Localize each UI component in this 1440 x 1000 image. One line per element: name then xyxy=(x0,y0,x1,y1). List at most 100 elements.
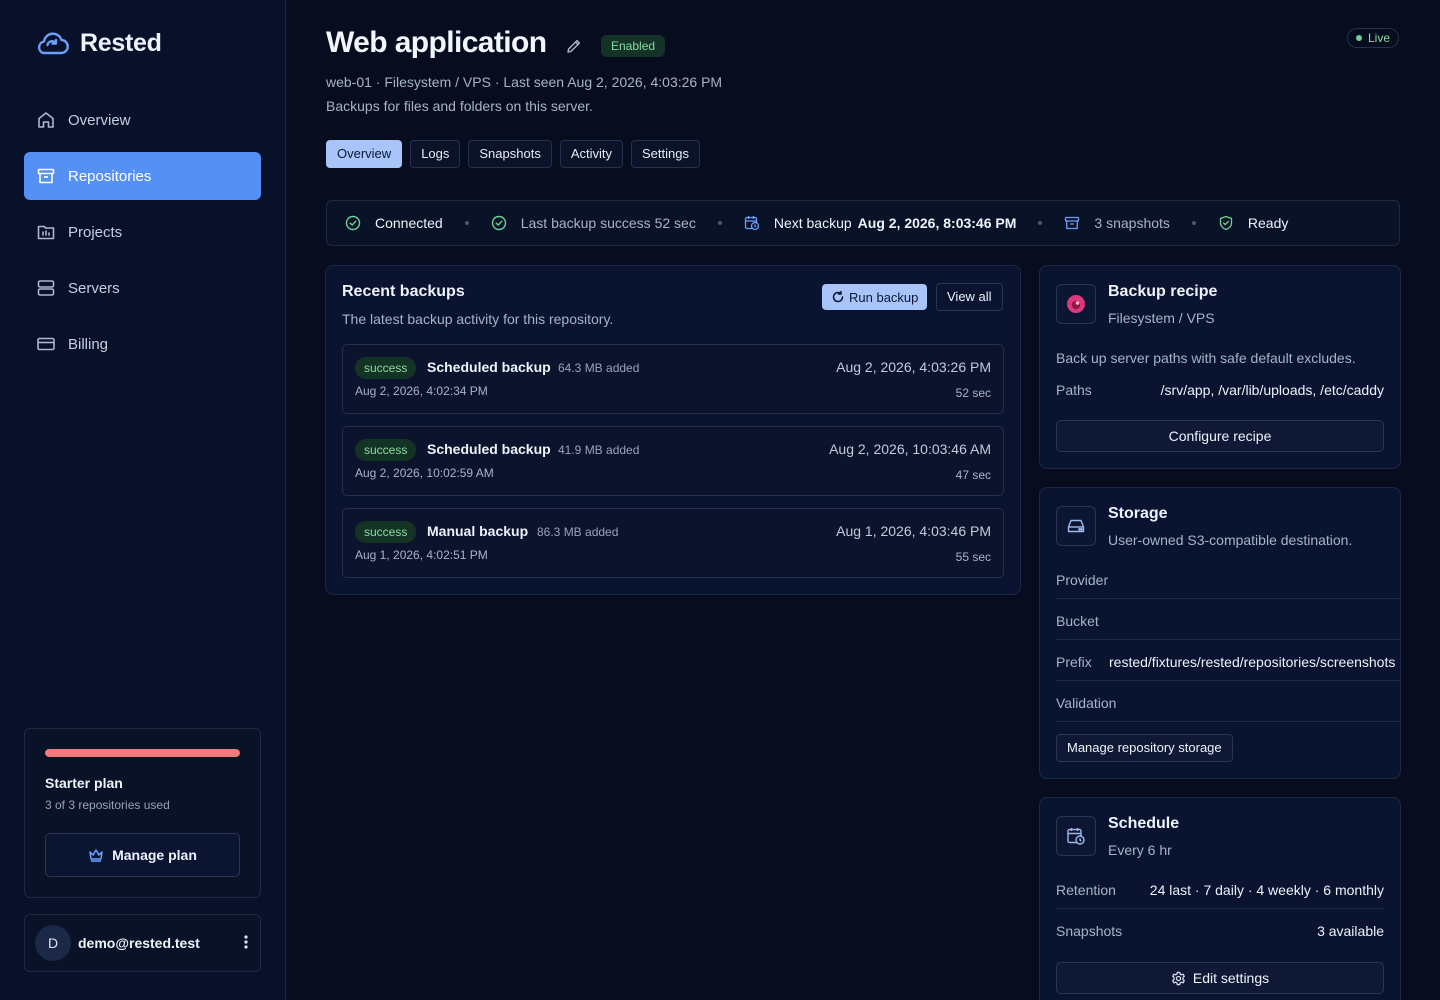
live-dot-icon xyxy=(1356,35,1362,41)
divider xyxy=(1056,680,1400,681)
tab-snapshots[interactable]: Snapshots xyxy=(468,140,552,168)
home-icon xyxy=(36,110,56,130)
filesystem-logo-icon xyxy=(1065,293,1087,315)
separator-dot xyxy=(1038,221,1043,225)
recipe-icon-box xyxy=(1056,284,1096,324)
backup-row[interactable]: success Scheduled backup 64.3 MB added A… xyxy=(342,344,1004,414)
storage-icon-box xyxy=(1056,506,1096,546)
recipe-description: Back up server paths with safe default e… xyxy=(1056,350,1356,366)
sidebar-item-projects[interactable]: Projects xyxy=(24,208,261,256)
avatar: D xyxy=(35,925,71,961)
separator-dot xyxy=(717,221,722,225)
kebab-icon[interactable] xyxy=(244,934,248,950)
brand[interactable]: Rested xyxy=(34,28,162,58)
check-circle-icon xyxy=(345,215,361,231)
cloud-sync-icon xyxy=(34,28,70,58)
tab-activity[interactable]: Activity xyxy=(559,140,623,168)
calendar-clock-icon xyxy=(1066,826,1086,846)
run-backup-button[interactable]: Run backup xyxy=(822,284,928,310)
sidebar-item-overview[interactable]: Overview xyxy=(24,96,261,144)
manage-storage-button[interactable]: Manage repository storage xyxy=(1056,734,1233,762)
recent-backups-card: Recent backups The latest backup activit… xyxy=(325,265,1021,595)
prefix-label: Prefix xyxy=(1056,654,1092,670)
status-badge: Enabled xyxy=(601,35,666,57)
prefix-value: rested/fixtures/rested/repositories/scre… xyxy=(1109,654,1396,670)
backup-duration: 47 sec xyxy=(955,468,991,482)
provider-label: Provider xyxy=(1056,572,1109,588)
crown-icon xyxy=(88,847,104,863)
plan-usage-fill xyxy=(45,749,240,757)
bucket-label: Bucket xyxy=(1056,613,1099,629)
status-ready: Ready xyxy=(1218,215,1288,231)
repository-meta: web-01 · Filesystem / VPS · Last seen Au… xyxy=(326,74,723,90)
manage-plan-button[interactable]: Manage plan xyxy=(45,833,240,877)
sidebar-item-servers[interactable]: Servers xyxy=(24,264,261,312)
edit-settings-button[interactable]: Edit settings xyxy=(1056,962,1384,994)
backup-name: Scheduled backup xyxy=(427,441,551,457)
sidebar-item-label: Overview xyxy=(68,111,131,129)
hard-drive-icon xyxy=(1066,516,1086,536)
user-menu[interactable]: D demo@rested.test xyxy=(24,914,261,972)
divider xyxy=(1056,908,1384,909)
live-badge: Live xyxy=(1347,28,1400,48)
status-next-label: Next backup xyxy=(773,215,852,231)
page-title: Web application xyxy=(326,26,547,59)
pencil-icon[interactable] xyxy=(565,37,583,55)
tab-overview[interactable]: Overview xyxy=(326,140,403,168)
sidebar-nav: Overview Repositories Projects Servers B… xyxy=(24,96,261,376)
check-circle-icon xyxy=(491,215,507,231)
status-snapshots: 3 snapshots xyxy=(1064,215,1170,231)
credit-card-icon xyxy=(36,334,56,354)
server-icon xyxy=(36,278,56,298)
plan-usage-text: 3 of 3 repositories used xyxy=(45,798,170,812)
view-all-button[interactable]: View all xyxy=(936,283,1003,311)
schedule-title: Schedule xyxy=(1108,815,1180,832)
recipe-title: Backup recipe xyxy=(1108,283,1218,300)
sidebar-item-label: Projects xyxy=(68,223,123,241)
calendar-clock-icon xyxy=(744,215,760,231)
backup-finished: Aug 2, 2026, 10:03:46 AM xyxy=(829,441,991,457)
plan-usage-bar xyxy=(45,749,240,757)
status-next-backup: Next backup Aug 2, 2026, 8:03:46 PM xyxy=(744,215,1017,231)
status-connected-label: Connected xyxy=(375,215,443,231)
storage-card: Storage User-owned S3-compatible destina… xyxy=(1039,487,1401,779)
refresh-icon xyxy=(831,290,845,304)
backup-row[interactable]: success Scheduled backup 41.9 MB added A… xyxy=(342,426,1004,496)
schedule-icon-box xyxy=(1056,816,1096,856)
status-badge: success xyxy=(355,521,417,543)
sidebar-item-label: Billing xyxy=(68,335,109,353)
plan-card: Starter plan 3 of 3 repositories used Ma… xyxy=(24,728,261,898)
backup-name: Scheduled backup xyxy=(427,359,551,375)
backup-finished: Aug 1, 2026, 4:03:46 PM xyxy=(836,523,991,539)
status-last-backup: Last backup success 52 sec xyxy=(491,215,696,231)
separator-dot xyxy=(464,221,469,225)
sidebar-item-billing[interactable]: Billing xyxy=(24,320,261,368)
storage-subtitle: User-owned S3-compatible destination. xyxy=(1108,532,1353,548)
tab-bar: Overview Logs Snapshots Activity Setting… xyxy=(326,140,700,168)
plan-title: Starter plan xyxy=(45,775,123,791)
sidebar: Rested Overview Repositories Projects Se… xyxy=(0,0,286,1000)
recipe-subtitle: Filesystem / VPS xyxy=(1108,310,1215,326)
backup-name: Manual backup xyxy=(427,523,529,539)
configure-recipe-button[interactable]: Configure recipe xyxy=(1056,420,1384,452)
backup-finished: Aug 2, 2026, 4:03:26 PM xyxy=(836,359,991,375)
backup-duration: 52 sec xyxy=(955,386,991,400)
schedule-subtitle: Every 6 hr xyxy=(1108,842,1172,858)
sidebar-item-label: Servers xyxy=(68,279,120,297)
backup-started: Aug 2, 2026, 4:02:34 PM xyxy=(355,384,488,398)
manage-plan-label: Manage plan xyxy=(112,847,197,863)
tab-settings[interactable]: Settings xyxy=(631,140,700,168)
sidebar-item-label: Repositories xyxy=(68,167,152,185)
backup-row[interactable]: success Manual backup 86.3 MB added Aug … xyxy=(342,508,1004,578)
sidebar-item-repositories[interactable]: Repositories xyxy=(24,152,261,200)
tab-logs[interactable]: Logs xyxy=(410,140,461,168)
status-next-value: Aug 2, 2026, 8:03:46 PM xyxy=(857,215,1017,231)
backup-size-added: 64.3 MB added xyxy=(558,361,640,375)
edit-settings-label: Edit settings xyxy=(1192,970,1270,986)
retention-value: 24 last · 7 daily · 4 weekly · 6 monthly xyxy=(1149,882,1384,898)
retention-label: Retention xyxy=(1056,882,1116,898)
status-badge: success xyxy=(355,439,417,461)
status-strip: Connected Last backup success 52 sec Nex… xyxy=(326,200,1400,246)
backup-recipe-card: Backup recipe Filesystem / VPS Back up s… xyxy=(1039,265,1401,469)
live-label: Live xyxy=(1368,31,1391,45)
